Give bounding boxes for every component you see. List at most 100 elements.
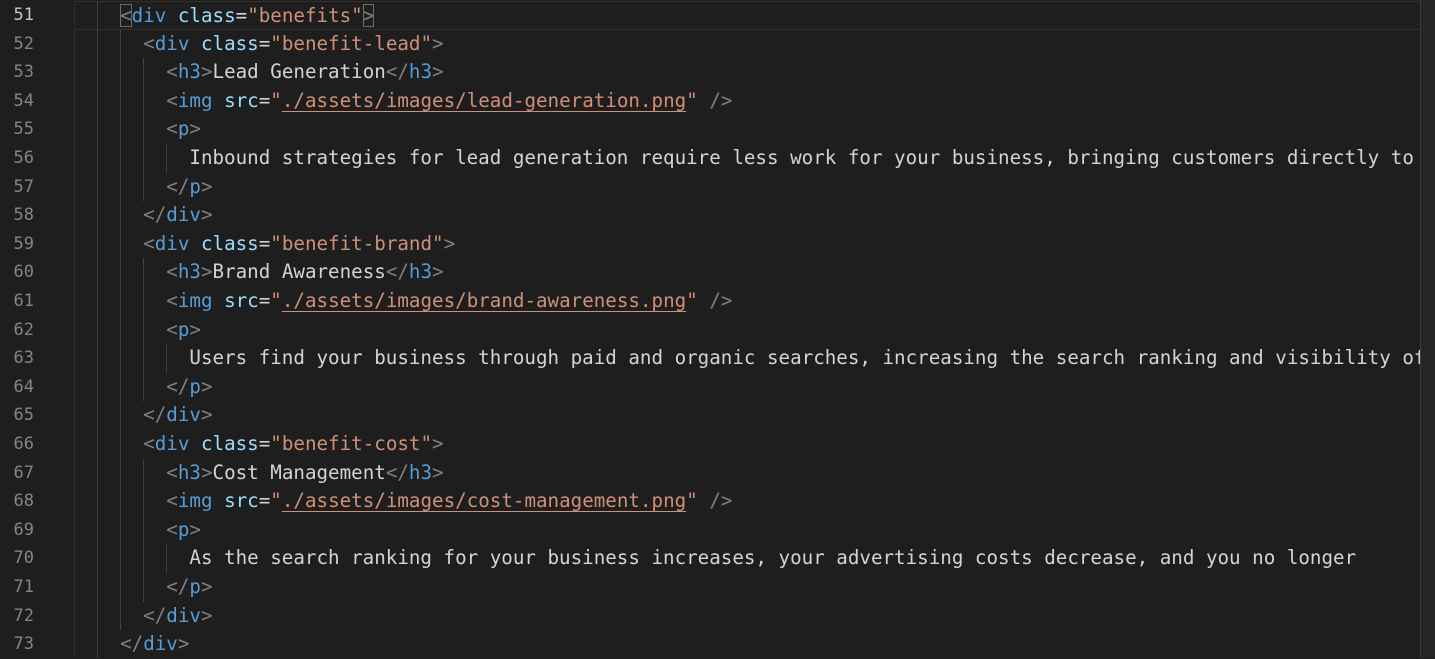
code-token: div: [154, 231, 190, 255]
code-token: =: [258, 432, 271, 455]
line-number: 67: [13, 462, 34, 483]
code-token: img: [177, 289, 213, 312]
code-line[interactable]: <img src="./assets/images/brand-awarenes…: [75, 287, 732, 316]
code-token: "benefit-cost": [270, 432, 433, 455]
code-token: =: [258, 31, 271, 55]
code-line[interactable]: <img src="./assets/images/cost-managemen…: [75, 487, 732, 516]
code-token: h3: [177, 260, 201, 284]
line-number: 65: [13, 405, 34, 426]
code-line[interactable]: <div class="benefit-brand">: [75, 230, 455, 259]
code-token: >: [200, 403, 213, 427]
bracket-match: >: [362, 4, 375, 27]
code-token: />: [709, 489, 733, 513]
code-line[interactable]: <img src="./assets/images/lead-generatio…: [75, 87, 732, 116]
code-token: div: [154, 31, 190, 55]
indent-guide: [166, 144, 168, 173]
code-token: <: [166, 117, 178, 141]
code-token: <: [166, 460, 178, 484]
code-token: >: [200, 174, 213, 198]
code-token: >: [432, 460, 444, 484]
code-token: >: [432, 31, 444, 55]
code-line[interactable]: <h3>Brand Awareness</h3>: [75, 258, 444, 287]
line-number: 73: [13, 634, 34, 655]
code-line[interactable]: <h3>Cost Management</h3>: [75, 459, 444, 488]
code-line[interactable]: </div>: [75, 401, 213, 430]
code-token: Brand Awareness: [212, 260, 386, 284]
code-token: h3: [408, 460, 433, 484]
code-token: >: [189, 117, 201, 141]
code-token: "benefit-lead": [270, 31, 433, 55]
code-token: >: [189, 317, 201, 341]
code-token: >: [200, 575, 213, 598]
code-token: img: [177, 489, 213, 513]
code-token: src: [224, 88, 259, 112]
line-number: 55: [13, 119, 34, 140]
code-token: >: [432, 260, 444, 284]
code-token: <: [166, 260, 178, 284]
code-token: As the search ranking for your business …: [189, 546, 1357, 570]
code-token: =: [258, 231, 271, 255]
line-number: 54: [13, 90, 34, 111]
code-token: =: [235, 4, 248, 27]
code-token: >: [200, 260, 213, 284]
code-editor[interactable]: 51 52 53 54 55 56 57 58 59 60 61 62 63 64 65 66 67 68 69 70…: [0, 0, 1435, 658]
code-token: </: [120, 632, 144, 656]
code-token: >: [200, 374, 213, 398]
code-token: </: [385, 260, 409, 284]
code-line[interactable]: As the search ranking for your business …: [75, 544, 1356, 573]
code-token: <: [166, 517, 178, 541]
code-line[interactable]: <div class="benefits">: [75, 1, 1420, 30]
bracket-match: <: [120, 4, 132, 27]
code-token: >: [200, 60, 213, 84]
line-number: 58: [13, 205, 34, 226]
code-token: =: [258, 289, 271, 312]
line-number: 72: [13, 605, 34, 626]
code-token: h3: [408, 260, 433, 284]
line-number: 57: [13, 176, 34, 197]
line-number: 69: [13, 519, 34, 540]
code-area[interactable]: <div class="benefits"> <div class="benefi…: [75, 0, 1420, 658]
line-number: 70: [13, 548, 34, 569]
line-number: 53: [13, 62, 34, 83]
code-line[interactable]: </div>: [75, 201, 212, 230]
line-number: 68: [13, 491, 34, 512]
code-token: ": [686, 489, 698, 513]
code-line[interactable]: <p>: [75, 115, 201, 144]
code-token: h3: [177, 460, 201, 484]
code-line[interactable]: </div>: [75, 630, 189, 658]
line-number: 51: [13, 5, 34, 25]
code-line[interactable]: <p>: [75, 516, 201, 545]
line-number: 56: [13, 148, 34, 168]
code-line[interactable]: <h3>Lead Generation</h3>: [75, 58, 444, 87]
vertical-scrollbar[interactable]: [1420, 0, 1435, 658]
code-token: </: [166, 374, 190, 398]
code-token: div: [154, 432, 190, 455]
code-token: </: [143, 603, 167, 627]
code-line[interactable]: Users find your business through paid an…: [75, 344, 1420, 373]
code-token: Lead Generation: [212, 60, 386, 84]
code-line[interactable]: <p>: [75, 316, 201, 345]
code-token: Users find your business through paid an…: [189, 346, 1420, 370]
line-number: 52: [13, 33, 34, 54]
code-token: Cost Management: [212, 460, 386, 484]
code-token: <: [143, 231, 155, 255]
code-token: div: [166, 403, 201, 427]
code-token: class: [177, 4, 236, 27]
line-number: 62: [13, 319, 34, 340]
code-line[interactable]: Inbound strategies for lead generation r…: [75, 144, 1420, 173]
code-token: ./assets/images/lead-generation.png: [281, 88, 687, 112]
code-token: </: [166, 575, 190, 598]
code-token: =: [258, 489, 271, 513]
code-line[interactable]: </div>: [75, 602, 212, 631]
code-token: p: [189, 374, 201, 398]
code-line[interactable]: <div class="benefit-cost">: [75, 430, 443, 459]
code-line[interactable]: <div class="benefit-lead">: [75, 30, 444, 59]
code-token: ./assets/images/cost-management.png: [281, 489, 687, 513]
code-token: >: [432, 60, 444, 84]
code-token: >: [443, 231, 456, 255]
